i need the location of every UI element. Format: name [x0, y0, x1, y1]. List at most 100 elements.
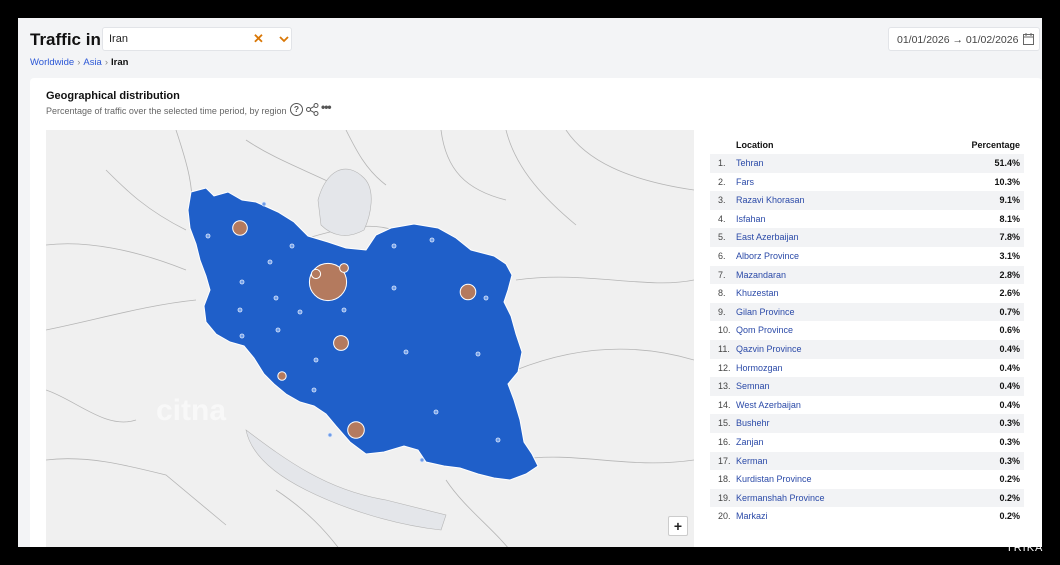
row-location-link[interactable]: Qazvin Province — [736, 344, 802, 354]
table-row[interactable]: 2. Fars 10.3% — [710, 173, 1024, 192]
traffic-bubble[interactable] — [339, 263, 349, 273]
row-location-link[interactable]: West Azerbaijan — [736, 400, 801, 410]
row-percentage: 2.8% — [999, 269, 1020, 280]
table-row[interactable]: 10. Qom Province 0.6% — [710, 321, 1024, 340]
row-location-link[interactable]: Alborz Province — [736, 251, 799, 261]
table-row[interactable]: 4. Isfahan 8.1% — [710, 210, 1024, 229]
row-location-link[interactable]: Gilan Province — [736, 307, 795, 317]
row-percentage: 0.3% — [999, 436, 1020, 447]
row-rank: 19. — [718, 492, 731, 503]
row-rank: 9. — [718, 306, 726, 317]
row-percentage: 0.4% — [999, 399, 1020, 410]
row-location-link[interactable]: Razavi Khorasan — [736, 195, 805, 205]
app-window: Traffic in Iran ✕ 01/01/2026 → 01/02/202… — [18, 18, 1042, 547]
chevron-down-icon[interactable] — [277, 31, 291, 47]
location-select[interactable]: Iran ✕ — [102, 27, 292, 51]
more-options-icon[interactable]: ••• — [321, 100, 332, 114]
row-percentage: 9.1% — [999, 195, 1020, 206]
row-rank: 2. — [718, 176, 726, 187]
traffic-bubble[interactable] — [333, 335, 349, 351]
page-title: Traffic in — [30, 30, 101, 49]
table-row[interactable]: 7. Mazandaran 2.8% — [710, 265, 1024, 285]
table-row[interactable]: 6. Alborz Province 3.1% — [710, 247, 1024, 266]
traffic-bubble[interactable] — [232, 220, 248, 236]
share-icon[interactable] — [306, 103, 319, 116]
clear-icon[interactable]: ✕ — [253, 31, 264, 47]
column-header-location[interactable]: Location — [736, 140, 774, 150]
table-row[interactable]: 16. Zanjan 0.3% — [710, 433, 1024, 452]
row-rank: 5. — [718, 232, 726, 243]
table-row[interactable]: 14. West Azerbaijan 0.4% — [710, 396, 1024, 415]
traffic-bubble[interactable] — [459, 283, 477, 301]
table-row[interactable]: 11. Qazvin Province 0.4% — [710, 339, 1024, 359]
date-range-text[interactable]: 01/01/2026 → 01/02/2026 — [897, 34, 1018, 46]
geo-distribution-card: Geographical distribution Percentage of … — [30, 78, 1042, 547]
breadcrumb-worldwide[interactable]: Worldwide — [30, 57, 74, 68]
row-percentage: 0.4% — [999, 362, 1020, 373]
row-rank: 7. — [718, 269, 726, 280]
table-row[interactable]: 15. Bushehr 0.3% — [710, 414, 1024, 433]
calendar-icon[interactable] — [1023, 33, 1034, 45]
row-percentage: 10.3% — [994, 176, 1020, 187]
row-location-link[interactable]: Zanjan — [736, 437, 764, 447]
row-rank: 20. — [718, 511, 731, 522]
row-percentage: 0.2% — [999, 474, 1020, 485]
help-icon[interactable]: ? — [290, 103, 303, 116]
table-row[interactable]: 1. Tehran 51.4% — [710, 154, 1024, 173]
row-percentage: 0.7% — [999, 306, 1020, 317]
location-table: Location Percentage 1. Tehran 51.4% 2. Fars 1… — [710, 136, 1024, 526]
table-row[interactable]: 9. Gilan Province 0.7% — [710, 302, 1024, 322]
row-location-link[interactable]: Semnan — [736, 381, 770, 391]
table-row[interactable]: 13. Semnan 0.4% — [710, 377, 1024, 396]
table-row[interactable]: 20. Markazi 0.2% — [710, 507, 1024, 526]
table-row[interactable]: 18. Kurdistan Province 0.2% — [710, 470, 1024, 489]
map-watermark-text: citna — [156, 394, 226, 427]
card-title: Geographical distribution — [46, 90, 180, 102]
table-body: 1. Tehran 51.4% 2. Fars 10.3% 3. Razavi Khorasa… — [710, 154, 1024, 526]
region-map[interactable]: citna + — [46, 130, 694, 547]
traffic-bubble[interactable] — [347, 421, 365, 439]
breadcrumb-current: Iran — [111, 57, 129, 68]
row-location-link[interactable]: Mazandaran — [736, 270, 786, 280]
table-row[interactable]: 17. Kerman 0.3% — [710, 451, 1024, 471]
breadcrumb-separator-icon: › — [77, 57, 81, 68]
breadcrumb: Worldwide › Asia › Iran — [30, 57, 128, 68]
breadcrumb-asia[interactable]: Asia — [83, 57, 101, 68]
row-rank: 14. — [718, 399, 731, 410]
row-rank: 6. — [718, 250, 726, 261]
row-percentage: 3.1% — [999, 250, 1020, 261]
table-row[interactable]: 19. Kermanshah Province 0.2% — [710, 488, 1024, 508]
row-percentage: 0.3% — [999, 418, 1020, 429]
map-canvas[interactable]: citna — [46, 130, 694, 547]
row-rank: 11. — [718, 343, 730, 354]
row-location-link[interactable]: Bushehr — [736, 418, 770, 428]
row-location-link[interactable]: Markazi — [736, 511, 768, 521]
table-row[interactable]: 3. Razavi Khorasan 9.1% — [710, 191, 1024, 210]
table-row[interactable]: 5. East Azerbaijan 7.8% — [710, 228, 1024, 247]
row-percentage: 7.8% — [999, 232, 1020, 243]
table-row[interactable]: 12. Hormozgan 0.4% — [710, 359, 1024, 378]
card-subtitle: Percentage of traffic over the selected … — [46, 106, 287, 116]
table-row[interactable]: 8. Khuzestan 2.6% — [710, 284, 1024, 303]
table-header: Location Percentage — [710, 136, 1024, 154]
row-location-link[interactable]: Tehran — [736, 158, 764, 168]
row-location-link[interactable]: Kerman — [736, 456, 768, 466]
zoom-in-button[interactable]: + — [668, 516, 688, 536]
row-rank: 18. — [718, 474, 731, 485]
row-location-link[interactable]: Hormozgan — [736, 363, 783, 373]
top-bar: Traffic in Iran ✕ 01/01/2026 → 01/02/202… — [18, 18, 1042, 78]
row-location-link[interactable]: Kurdistan Province — [736, 474, 812, 484]
location-select-value[interactable]: Iran — [109, 33, 128, 45]
row-location-link[interactable]: East Azerbaijan — [736, 232, 799, 242]
row-location-link[interactable]: Khuzestan — [736, 288, 779, 298]
date-range-picker[interactable]: 01/01/2026 → 01/02/2026 — [888, 27, 1040, 51]
row-location-link[interactable]: Qom Province — [736, 325, 793, 335]
row-rank: 10. — [718, 325, 731, 336]
traffic-bubble[interactable] — [310, 268, 322, 280]
row-location-link[interactable]: Fars — [736, 177, 754, 187]
column-header-percentage[interactable]: Percentage — [971, 140, 1020, 150]
row-rank: 4. — [718, 213, 726, 224]
row-location-link[interactable]: Isfahan — [736, 214, 766, 224]
row-location-link[interactable]: Kermanshah Province — [736, 493, 825, 503]
traffic-bubble[interactable] — [277, 371, 287, 381]
